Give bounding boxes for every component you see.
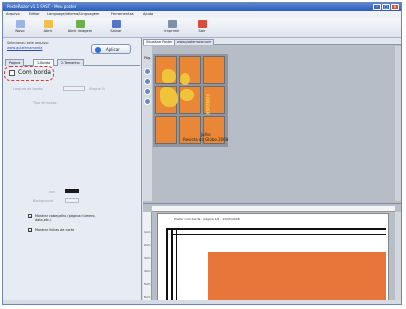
settings-tabs: Página 1.Borda 2.Tamanho (5, 58, 140, 66)
poster-image-segment (208, 252, 386, 304)
source-link[interactable]: www.guiaferramenta (7, 46, 42, 50)
ruler-mark: 4cm (144, 269, 151, 273)
cut-line (172, 234, 386, 235)
ruler-mark: 6cm (144, 295, 151, 299)
poster-tile (203, 56, 225, 84)
application-window: PosteRazor v1.1 FAST - Meu poster – □ x … (2, 2, 402, 305)
preview-scrollbar[interactable] (395, 46, 401, 201)
next-page-icon[interactable] (144, 98, 151, 105)
ruler-mark: 1cm (144, 230, 151, 234)
page-preview-pane: 1cm 2cm 3cm 4cm 5cm 6cm Poster com borda… (143, 203, 401, 304)
color-swatch[interactable] (65, 189, 79, 193)
menu-editar[interactable]: Editar (29, 12, 40, 16)
settings-panel: Selecionou este arquivo: www.guiaferrame… (3, 38, 142, 304)
border-checkbox[interactable] (9, 70, 15, 76)
maximize-button[interactable]: □ (382, 4, 390, 10)
status-bar (3, 300, 401, 304)
new-button[interactable]: Novo (5, 20, 35, 36)
print-page: Poster com borda - página 1/6 - 12/05/20… (157, 213, 389, 304)
page-label: Pág. (144, 56, 152, 60)
vertical-ruler: 1cm 2cm 3cm 4cm 5cm 6cm (143, 212, 152, 304)
page-scrollbar[interactable] (395, 212, 401, 304)
poster-side-text: FOREVER (205, 94, 210, 115)
zoom-in-icon[interactable] (144, 68, 151, 75)
open-label: Abrir (43, 29, 53, 33)
new-document-icon (15, 20, 25, 28)
menu-ajuda[interactable]: Ajuda (143, 12, 153, 16)
open-image-label: Abrir imagem (67, 29, 93, 33)
cut-line (176, 228, 177, 304)
window-title: PosteRazor v1.1 FAST - Meu poster (7, 4, 77, 9)
preview-panel: Visualizar Poster www.posterrazor.com Pá… (143, 38, 401, 304)
apply-button[interactable]: Aplicar (91, 44, 131, 54)
minimize-button[interactable]: – (373, 4, 381, 10)
cut-line (166, 228, 168, 304)
new-label: Novo (15, 29, 25, 33)
color-label: cor: (49, 190, 56, 194)
poster-caption: Julho Revista do Globo 2008 (183, 132, 228, 142)
background-field[interactable] (65, 198, 79, 203)
menu-bar: Arquivo Editar Language/Idioma/Linguagem… (3, 11, 401, 18)
refresh-icon (95, 47, 101, 53)
menu-arquivo[interactable]: Arquivo (6, 12, 20, 16)
tab-website[interactable]: www.posterrazor.com (174, 39, 215, 45)
header-option-label: Mostrar cabeçalho (página:número, data,e… (35, 214, 96, 222)
menu-language[interactable]: Language/Idioma/Linguagem (47, 12, 99, 16)
printer-icon (167, 20, 177, 28)
zoom-toolbar: Pág. (143, 46, 152, 201)
tab-visualizar-poster[interactable]: Visualizar Poster (143, 39, 176, 45)
preview-tabs: Visualizar Poster www.posterrazor.com (143, 38, 401, 45)
open-image-button[interactable]: Abrir imagem (65, 20, 95, 36)
tab-tamanho[interactable]: 2.Tamanho (57, 59, 84, 66)
poster-tile (179, 56, 201, 85)
tab-pagina[interactable]: Página (5, 59, 25, 66)
cut-line (166, 228, 386, 230)
poster-tile (155, 86, 178, 114)
border-type-label: Tipo de borda: (33, 101, 58, 105)
cutlines-checkbox[interactable]: ✓ (28, 228, 32, 233)
exit-icon (197, 20, 207, 28)
poster-caption-line-2: Revista do Globo 2008 (183, 137, 229, 142)
ruler-mark: 3cm (144, 256, 151, 260)
horizontal-ruler (152, 206, 395, 212)
poster-tile (155, 116, 177, 144)
background-label: Background (33, 199, 54, 203)
header-checkbox[interactable]: ✓ (28, 214, 32, 219)
border-width-input[interactable] (63, 86, 85, 91)
open-folder-icon (43, 20, 53, 28)
cut-line (171, 228, 173, 304)
save-icon (111, 20, 121, 28)
exit-button[interactable]: Sair (187, 20, 217, 36)
ruler-mark: 5cm (144, 282, 151, 286)
title-bar: PosteRazor v1.1 FAST - Meu poster – □ x (3, 3, 401, 11)
poster-tile (179, 86, 201, 114)
exit-label: Sair (198, 29, 206, 33)
source-label: Selecionou este arquivo: (7, 41, 49, 45)
menu-ferramentas[interactable]: Ferramentas (111, 12, 134, 16)
poster-tile (155, 56, 177, 84)
border-checkbox-label: Com borda (18, 69, 51, 76)
zoom-out-icon[interactable] (144, 78, 151, 85)
save-button[interactable]: Salvar (101, 20, 131, 36)
poster-tile-grid: FOREVER Julho Revista do Globo 2008 (153, 54, 228, 147)
toolbar: Novo Abrir Abrir imagem Salvar Imprimir … (3, 18, 401, 38)
open-image-icon (75, 20, 85, 28)
apply-label: Aplicar (106, 47, 120, 52)
border-width-label: Largura da borda: (13, 87, 44, 91)
open-button[interactable]: Abrir (33, 20, 63, 36)
ruler-mark: 2cm (144, 243, 151, 247)
print-label: Imprimir (164, 29, 180, 33)
save-label: Salvar (110, 29, 122, 33)
cutlines-option-label: Mostrar linhas de corte (35, 228, 75, 232)
close-button[interactable]: x (391, 4, 399, 10)
previous-page-icon[interactable] (144, 88, 151, 95)
tab-borda[interactable]: 1.Borda (33, 59, 55, 66)
print-button[interactable]: Imprimir (157, 20, 187, 36)
page-header-text: Poster com borda - página 1/6 - 12/05/20… (174, 217, 240, 221)
border-width-unit: Alegua % (89, 87, 106, 91)
